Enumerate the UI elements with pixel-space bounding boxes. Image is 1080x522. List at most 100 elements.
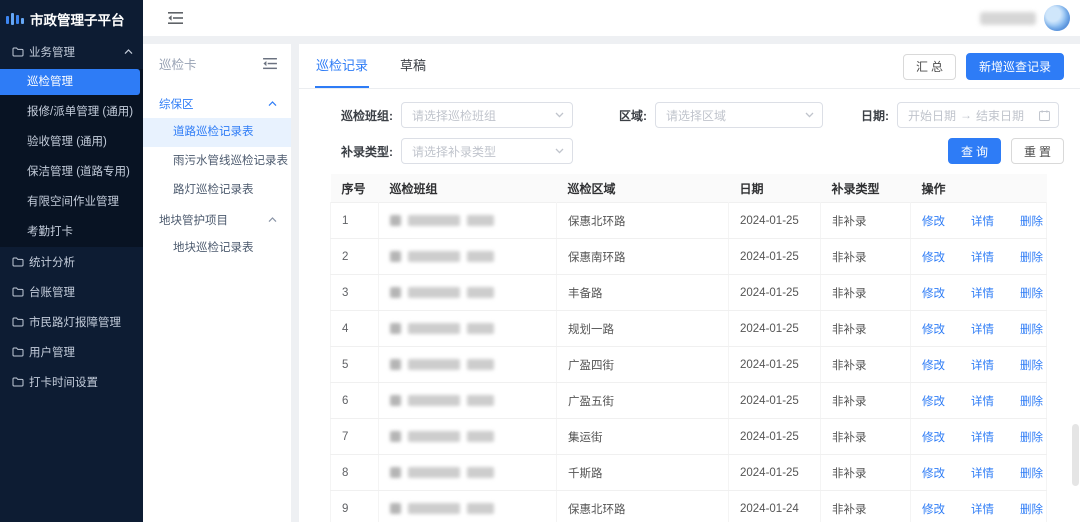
modify-link[interactable]: 修改 [922,357,945,373]
main-content: 巡检记录 草稿 汇总 新增巡查记录 巡检班组: 请选择巡检班组 区域: 请选择区… [299,44,1080,522]
scrollbar-thumb[interactable] [1072,424,1079,486]
detail-link[interactable]: 详情 [971,249,994,265]
detail-link[interactable]: 详情 [971,357,994,373]
date-range-picker[interactable]: 开始日期 → 结束日期 [897,102,1059,128]
cell-actions: 修改 详情 删除 [911,419,1047,455]
cell-team-redacted [379,419,557,455]
delete-link[interactable]: 删除 [1020,249,1043,265]
cell-type: 非补录 [821,311,911,347]
detail-link[interactable]: 详情 [971,285,994,301]
detail-link[interactable]: 详情 [971,501,994,517]
detail-link[interactable]: 详情 [971,429,994,445]
cell-date: 2024-01-25 [729,203,821,239]
tree-item-0-2[interactable]: 路灯巡检记录表 [143,176,291,205]
modify-link[interactable]: 修改 [922,501,945,517]
summary-button[interactable]: 汇总 [903,54,956,80]
cell-date: 2024-01-25 [729,419,821,455]
team-select-placeholder: 请选择巡检班组 [412,107,496,124]
sidebar-section-0[interactable]: 业务管理 [0,37,143,67]
calendar-icon [1039,110,1050,121]
sidebar-section-5[interactable]: 打卡时间设置 [0,367,143,397]
detail-link[interactable]: 详情 [971,465,994,481]
cell-type: 非补录 [821,383,911,419]
modify-link[interactable]: 修改 [922,321,945,337]
modify-link[interactable]: 修改 [922,393,945,409]
sidebar-subitem-1[interactable]: 报修/派单管理 (通用) [0,97,143,127]
cell-actions: 修改 详情 删除 [911,491,1047,522]
panel-title: 巡检卡 [159,54,197,73]
detail-link[interactable]: 详情 [971,393,994,409]
cell-team-redacted [379,203,557,239]
panel-collapse-icon[interactable] [263,58,277,70]
cell-date: 2024-01-25 [729,275,821,311]
delete-link[interactable]: 删除 [1020,213,1043,229]
main-menu: 业务管理巡检管理报修/派单管理 (通用)验收管理 (通用)保洁管理 (道路专用)… [0,37,143,397]
modify-link[interactable]: 修改 [922,213,945,229]
cell-area: 规划一路 [557,311,729,347]
user-avatar[interactable] [1044,5,1070,31]
delete-link[interactable]: 删除 [1020,429,1043,445]
search-button[interactable]: 查询 [948,138,1001,164]
sidebar-subitem-2[interactable]: 验收管理 (通用) [0,127,143,157]
tree-item-0-0[interactable]: 道路巡检记录表 [143,118,291,147]
modify-link[interactable]: 修改 [922,249,945,265]
cell-area: 保惠北环路 [557,203,729,239]
main-sidebar: 市政管理子平台 业务管理巡检管理报修/派单管理 (通用)验收管理 (通用)保洁管… [0,0,143,522]
modify-link[interactable]: 修改 [922,429,945,445]
team-select[interactable]: 请选择巡检班组 [401,102,573,128]
folder-icon [12,377,24,387]
cell-date: 2024-01-24 [729,491,821,522]
delete-link[interactable]: 删除 [1020,465,1043,481]
delete-link[interactable]: 删除 [1020,393,1043,409]
cell-actions: 修改 详情 删除 [911,311,1047,347]
tree-item-0-1[interactable]: 雨污水管线巡检记录表 [143,147,291,176]
column-header: 巡检班组 [379,174,557,203]
tree-group-0[interactable]: 综保区 [143,89,291,118]
region-select[interactable]: 请选择区域 [655,102,823,128]
topbar [143,0,1080,36]
delete-link[interactable]: 删除 [1020,357,1043,373]
type-select[interactable]: 请选择补录类型 [401,138,573,164]
cell-actions: 修改 详情 删除 [911,203,1047,239]
end-date-placeholder: 结束日期 [976,107,1024,124]
modify-link[interactable]: 修改 [922,285,945,301]
reset-button[interactable]: 重置 [1011,138,1064,164]
team-filter-label: 巡检班组: [329,107,393,124]
sidebar-subitem-5[interactable]: 考勤打卡 [0,217,143,247]
header-actions: 汇总 新增巡查记录 [903,53,1064,88]
filter-row-1: 巡检班组: 请选择巡检班组 区域: 请选择区域 日期: 开始日期 [329,102,1064,128]
tree-item-1-0[interactable]: 地块巡检记录表 [143,234,291,263]
cell-area: 集运街 [557,419,729,455]
cell-index: 8 [331,455,379,491]
column-header: 补录类型 [821,174,911,203]
tree-group-1[interactable]: 地块管护项目 [143,205,291,234]
tab-inspection-records[interactable]: 巡检记录 [315,44,369,88]
cell-team-redacted [379,311,557,347]
sidebar-section-4[interactable]: 用户管理 [0,337,143,367]
modify-link[interactable]: 修改 [922,465,945,481]
start-date-placeholder: 开始日期 [908,107,956,124]
table-row: 6广盈五街2024-01-25非补录修改详情删除 [331,383,1047,419]
sidebar-subitem-0[interactable]: 巡检管理 [0,69,140,95]
cell-index: 6 [331,383,379,419]
sidebar-subitem-3[interactable]: 保洁管理 (道路专用) [0,157,143,187]
cell-area: 保惠南环路 [557,239,729,275]
sidebar-section-3[interactable]: 市民路灯报障管理 [0,307,143,337]
detail-link[interactable]: 详情 [971,321,994,337]
delete-link[interactable]: 删除 [1020,501,1043,517]
delete-link[interactable]: 删除 [1020,285,1043,301]
sidebar-section-2[interactable]: 台账管理 [0,277,143,307]
menu-fold-icon[interactable] [168,12,183,25]
sidebar-section-1[interactable]: 统计分析 [0,247,143,277]
type-select-placeholder: 请选择补录类型 [412,143,496,160]
sidebar-subitem-4[interactable]: 有限空间作业管理 [0,187,143,217]
detail-link[interactable]: 详情 [971,213,994,229]
folder-icon [12,347,24,357]
add-record-button[interactable]: 新增巡查记录 [966,53,1064,80]
delete-link[interactable]: 删除 [1020,321,1043,337]
tab-draft[interactable]: 草稿 [399,44,427,88]
app-title: 市政管理子平台 [30,9,125,29]
cell-index: 4 [331,311,379,347]
secondary-panel: 巡检卡 综保区道路巡检记录表雨污水管线巡检记录表路灯巡检记录表地块管护项目地块巡… [143,44,291,522]
cell-index: 1 [331,203,379,239]
